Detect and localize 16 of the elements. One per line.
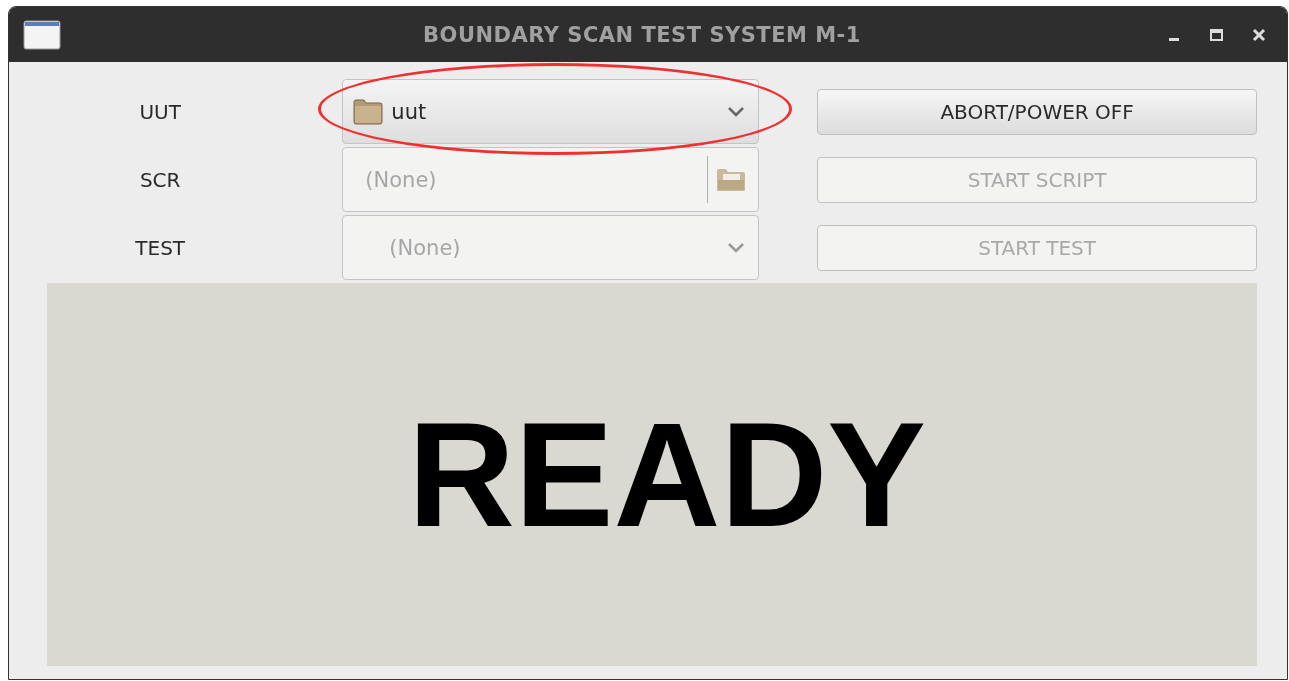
chevron-down-icon (726, 241, 747, 254)
action-button[interactable]: ABORT/POWER OFF (817, 88, 1257, 135)
window-title: BOUNDARY SCAN TEST SYSTEM M-1 (422, 22, 862, 47)
folder-icon (353, 98, 384, 125)
dropdown[interactable]: uut (342, 79, 760, 144)
close-icon[interactable] (1251, 26, 1267, 43)
field-label: TEST (134, 235, 187, 260)
maximize-icon[interactable] (1209, 26, 1225, 43)
field-value: uut (391, 99, 428, 124)
status-text: READY (406, 390, 927, 559)
field-label: UUT (138, 99, 182, 124)
chevron-down-icon (726, 105, 747, 118)
field-value: (None) (388, 235, 462, 260)
field-value: (None) (364, 167, 438, 192)
window-icon (23, 19, 61, 50)
field-label: SCR (138, 167, 182, 192)
